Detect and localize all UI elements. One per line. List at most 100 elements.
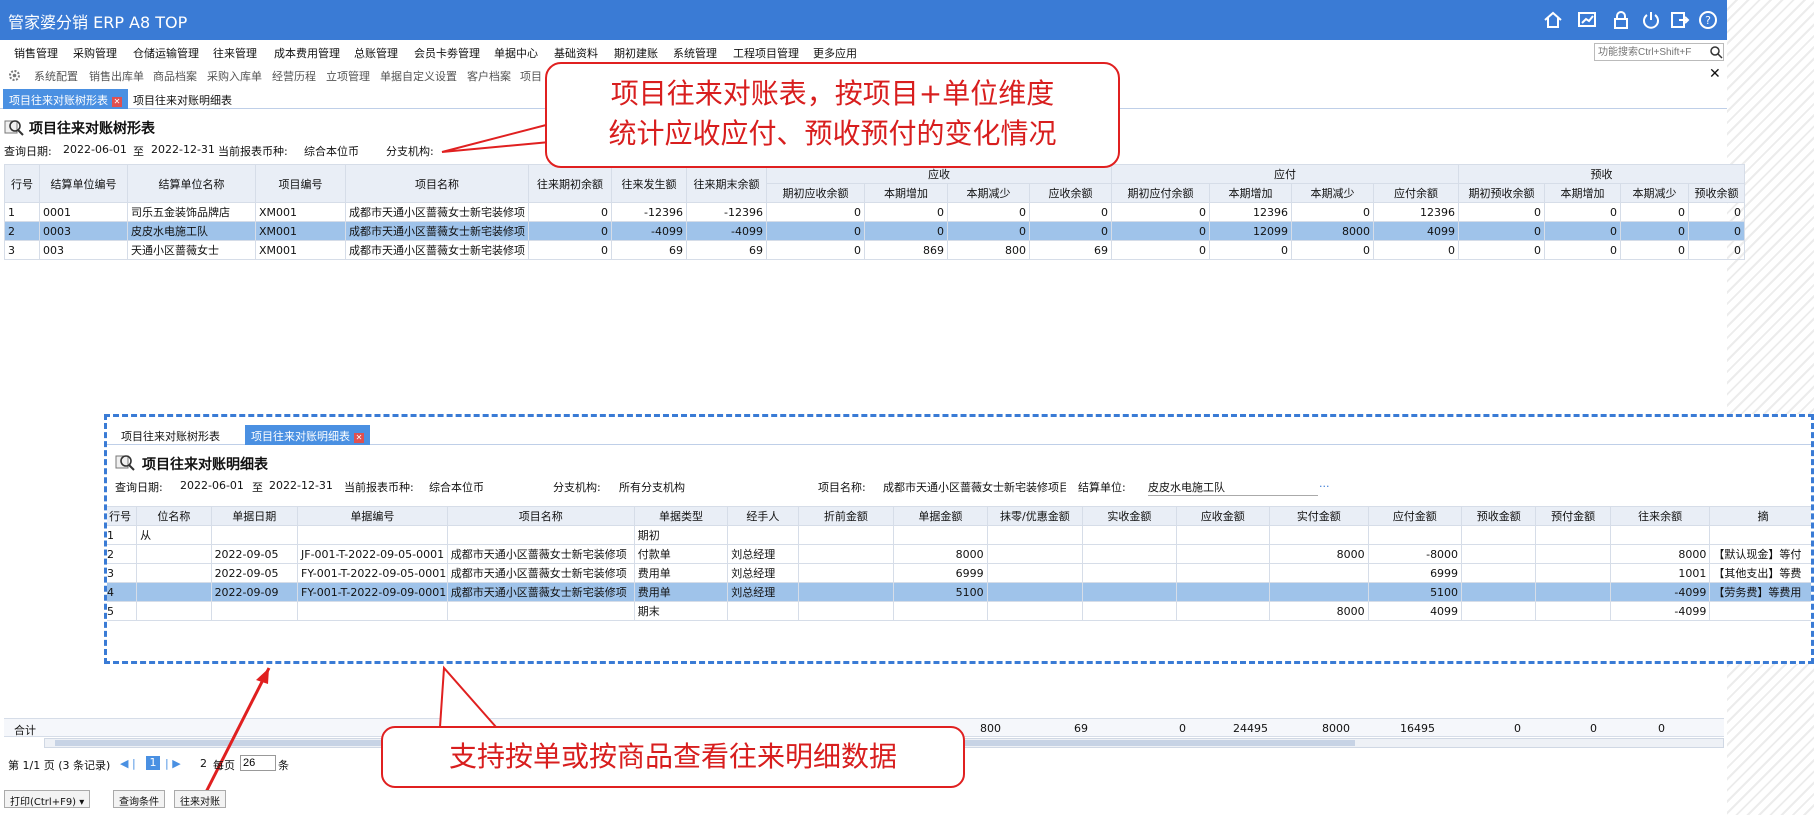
menu-item[interactable]: 期初建账 (614, 45, 658, 61)
column-header[interactable]: 结算单位编号 (39, 164, 128, 203)
quick-nav-item[interactable]: 单据自定义设置 (380, 68, 457, 84)
chart-icon[interactable] (1576, 9, 1598, 31)
unit-picker-button[interactable]: ... (1319, 477, 1330, 490)
column-header[interactable]: 往来余额 (1609, 506, 1711, 526)
column-header[interactable]: 抹零/优惠金额 (986, 506, 1084, 526)
menu-item[interactable]: 基础资料 (554, 45, 598, 61)
date-from[interactable]: 2022-06-01 (180, 479, 244, 492)
column-header[interactable]: 期初应付余额 (1111, 183, 1210, 203)
column-header[interactable]: 往来期末余额 (686, 164, 767, 203)
project-value[interactable]: 成都市天通小区蔷薇女士新宅装修项目 (883, 479, 1066, 495)
detail-tab-detail[interactable]: 项目往来对账明细表 ✕ (245, 425, 370, 445)
column-header[interactable]: 位名称 (136, 506, 212, 526)
column-header[interactable]: 实付金额 (1269, 506, 1369, 526)
column-header[interactable]: 本期增加 (1544, 183, 1621, 203)
menu-item[interactable]: 系统管理 (673, 45, 717, 61)
gear-icon[interactable] (8, 69, 21, 82)
table-row[interactable]: 4 2022-09-09 FY-001-T-2022-09-09-0001 成都市天通… (107, 582, 1811, 602)
prev-page-icon[interactable]: ◀ | (120, 757, 136, 770)
table-row[interactable]: 1 从 期初 (107, 525, 1811, 545)
column-header[interactable]: 折前金额 (797, 506, 895, 526)
column-header[interactable]: 预收余额 (1688, 183, 1745, 203)
page-link[interactable]: 2 (200, 757, 207, 770)
quick-nav-item[interactable]: 商品档案 (153, 68, 197, 84)
menu-item[interactable]: 单据中心 (494, 45, 538, 61)
quick-nav-item[interactable]: 系统配置 (34, 68, 78, 84)
quick-nav-item[interactable]: 立项管理 (326, 68, 370, 84)
chevron-down-icon[interactable]: ▾ (79, 797, 84, 808)
function-search-input[interactable] (1594, 43, 1724, 61)
quick-nav-item[interactable]: 客户档案 (467, 68, 511, 84)
table-row[interactable]: 2 2022-09-05 JF-001-T-2022-09-05-0001 成都市天通… (107, 544, 1811, 564)
quick-nav-item[interactable]: 销售出库单 (89, 68, 144, 84)
column-header[interactable]: 本期减少 (1291, 183, 1374, 203)
column-header[interactable]: 期初预收余额 (1458, 183, 1545, 203)
column-header[interactable]: 往来发生额 (611, 164, 687, 203)
search-icon[interactable] (1709, 45, 1723, 59)
detail-tab-tree[interactable]: 项目往来对账树形表 (115, 425, 226, 445)
column-header[interactable]: 单据类型 (633, 506, 729, 526)
tab-close-icon[interactable]: ✕ (112, 97, 122, 107)
tab-close-icon[interactable]: ✕ (354, 433, 364, 443)
date-to[interactable]: 2022-12-31 (269, 479, 333, 492)
column-header[interactable]: 项目名称 (345, 164, 529, 203)
column-header[interactable]: 往来期初余额 (528, 164, 612, 203)
unit-field[interactable]: 皮皮水电施工队 (1148, 479, 1318, 496)
menu-item[interactable]: 会员卡劵管理 (414, 45, 480, 61)
logout-icon[interactable] (1668, 9, 1690, 31)
reconcile-button[interactable]: 往来对账 (174, 790, 226, 808)
close-icon[interactable]: ✕ (1709, 66, 1721, 82)
menu-item[interactable]: 工程项目管理 (733, 45, 799, 61)
column-header[interactable]: 本期增加 (1209, 183, 1292, 203)
table-row[interactable]: 3 003 天通小区蔷薇女士 XM001 成都市天通小区蔷薇女士新宅装修项 0 69 69 0 8… (4, 240, 1745, 260)
column-header[interactable]: 应收金额 (1175, 506, 1271, 526)
tab-tree-report[interactable]: 项目往来对账树形表 ✕ (3, 89, 128, 109)
help-icon[interactable]: ? (1697, 9, 1719, 31)
power-icon[interactable] (1640, 9, 1662, 31)
column-header[interactable]: 结算单位名称 (127, 164, 256, 203)
column-header[interactable]: 预付金额 (1535, 506, 1611, 526)
column-header[interactable]: 应付金额 (1367, 506, 1463, 526)
query-conditions-button[interactable]: 查询条件 (113, 790, 165, 808)
column-header[interactable]: 单据金额 (893, 506, 988, 526)
column-header[interactable]: 项目名称 (446, 506, 635, 526)
tab-detail-report[interactable]: 项目往来对账明细表 (127, 89, 238, 109)
lock-icon[interactable] (1610, 9, 1632, 31)
column-header[interactable]: 行号 (4, 164, 40, 203)
column-header[interactable]: 预收金额 (1461, 506, 1537, 526)
column-header[interactable]: 本期增加 (864, 183, 948, 203)
column-header[interactable]: 单据编号 (297, 506, 448, 526)
date-from[interactable]: 2022-06-01 (63, 143, 127, 156)
menu-item[interactable]: 往来管理 (213, 45, 257, 61)
column-header[interactable]: 行号 (107, 506, 138, 526)
date-to[interactable]: 2022-12-31 (151, 143, 215, 156)
column-header[interactable]: 项目编号 (255, 164, 346, 203)
home-icon[interactable] (1542, 9, 1564, 31)
print-button[interactable]: 打印(Ctrl+F9) ▾ (4, 790, 91, 808)
column-header[interactable]: 应收余额 (1029, 183, 1112, 203)
current-page[interactable]: 1 (146, 756, 160, 770)
menu-item[interactable]: 总账管理 (354, 45, 398, 61)
column-header[interactable]: 经手人 (727, 506, 799, 526)
quick-nav-item[interactable]: 项目 (520, 68, 542, 84)
table-row[interactable]: 2 0003 皮皮水电施工队 XM001 成都市天通小区蔷薇女士新宅装修项 0 -4099-… (4, 221, 1745, 241)
column-header[interactable]: 实收金额 (1082, 506, 1177, 526)
column-header[interactable]: 本期减少 (947, 183, 1030, 203)
menu-item[interactable]: 更多应用 (813, 45, 857, 61)
column-header[interactable]: 摘 (1709, 506, 1811, 526)
table-row[interactable]: 1 0001 司乐五金装饰品牌店 XM001 成都市天通小区蔷薇女士新宅装修项 0 -123… (4, 202, 1745, 222)
quick-nav-item[interactable]: 采购入库单 (207, 68, 262, 84)
column-header[interactable]: 单据日期 (210, 506, 299, 526)
column-header[interactable]: 期初应收余额 (766, 183, 865, 203)
menu-item[interactable]: 成本费用管理 (274, 45, 340, 61)
menu-item[interactable]: 销售管理 (14, 45, 58, 61)
table-row[interactable]: 3 2022-09-05 FY-001-T-2022-09-05-0001 成都市天通… (107, 563, 1811, 583)
column-header[interactable]: 本期减少 (1620, 183, 1689, 203)
menu-item[interactable]: 采购管理 (73, 45, 117, 61)
quick-nav-item[interactable]: 经营历程 (272, 68, 316, 84)
per-page-input[interactable] (240, 755, 276, 771)
table-row[interactable]: 5 期末 8000 4099 -4099 (107, 601, 1811, 621)
menu-item[interactable]: 仓储运输管理 (133, 45, 199, 61)
column-header[interactable]: 应付余额 (1373, 183, 1459, 203)
next-page-icon[interactable]: | ▶ (165, 757, 181, 770)
